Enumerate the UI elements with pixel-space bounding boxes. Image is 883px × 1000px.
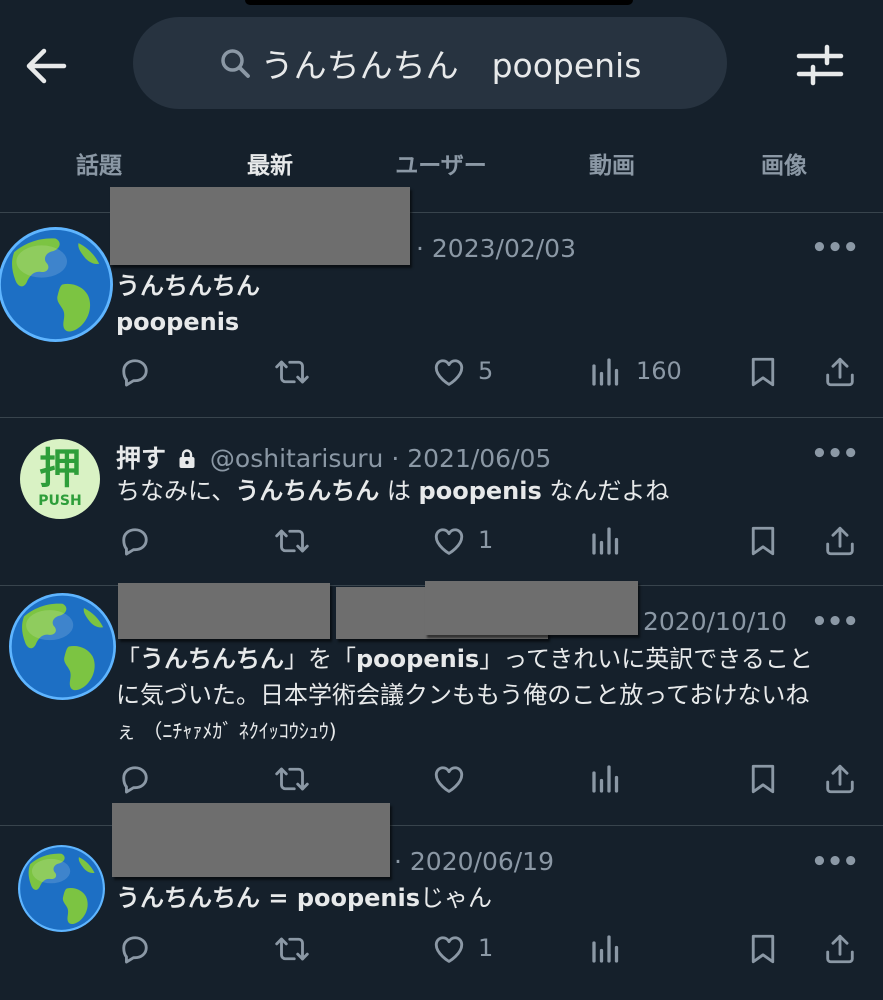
reply-icon[interactable] xyxy=(117,931,153,967)
tweet-text-line: に気づいた。日本学術会議クンももう俺のこと放っておけないね xyxy=(116,681,810,709)
filter-sliders-icon[interactable] xyxy=(796,44,844,86)
bookmark-icon[interactable] xyxy=(745,931,781,967)
text-part: は xyxy=(379,477,419,505)
globe-icon[interactable] xyxy=(0,227,113,342)
share-icon[interactable] xyxy=(822,761,858,797)
share-icon[interactable] xyxy=(822,523,858,559)
share-icon[interactable] xyxy=(822,354,858,390)
text-part-bold: うんちんちん xyxy=(140,645,284,673)
text-part: 「 xyxy=(116,645,140,673)
tweet-date: 2020/10/10 xyxy=(643,607,788,636)
redacted-username xyxy=(112,803,390,877)
globe-icon[interactable] xyxy=(9,593,116,700)
more-icon[interactable]: ••• xyxy=(811,439,859,469)
tweet-text: うんちんちん = poopenisじゃん xyxy=(116,880,492,916)
text-part: じゃん xyxy=(420,884,493,912)
text-part: ちなみに、 xyxy=(116,477,236,505)
like-count: 5 xyxy=(478,357,494,385)
tweet[interactable]: · 2020/06/19 ••• うんちんちん = poopenisじゃん 1 xyxy=(0,803,883,1000)
retweet-icon[interactable] xyxy=(274,761,310,797)
search-query[interactable]: うんちんちん poopenis xyxy=(261,39,642,87)
reply-icon[interactable] xyxy=(117,523,153,559)
views-icon[interactable] xyxy=(588,931,624,967)
tab-users[interactable]: ユーザー xyxy=(395,146,487,180)
like-icon[interactable] xyxy=(431,761,467,797)
tweet-date: · 2023/02/03 xyxy=(416,234,576,263)
display-name[interactable]: 押す xyxy=(116,444,166,473)
views-icon[interactable] xyxy=(588,761,624,797)
reply-icon[interactable] xyxy=(117,761,153,797)
views-icon[interactable] xyxy=(588,354,624,390)
text-part-bold: うんちんちん xyxy=(235,477,380,505)
more-icon[interactable]: ••• xyxy=(811,607,859,637)
redacted-username xyxy=(118,583,330,639)
like-icon[interactable] xyxy=(431,523,467,559)
search-input[interactable]: うんちんちん poopenis xyxy=(133,17,727,109)
back-arrow-icon[interactable] xyxy=(24,46,68,86)
reply-icon[interactable] xyxy=(117,354,153,390)
retweet-icon[interactable] xyxy=(274,354,310,390)
retweet-icon[interactable] xyxy=(274,931,310,967)
tweet-text-line: ぇ （ﾆﾁｬｧﾒｶﾞ ﾈｸｲｯｺｳｼｭｳ) xyxy=(116,719,337,743)
bookmark-icon[interactable] xyxy=(745,354,781,390)
like-icon[interactable] xyxy=(431,931,467,967)
tweet-date: · 2020/06/19 xyxy=(394,847,554,876)
tweet-text-line: 「うんちんちん」を「poopenis」ってきれいに英訳できること xyxy=(116,641,813,677)
bookmark-icon[interactable] xyxy=(745,523,781,559)
avatar[interactable]: 押 PUSH xyxy=(20,439,100,519)
tab-videos[interactable]: 動画 xyxy=(589,146,635,180)
text-part-bold: poopenis xyxy=(356,645,480,673)
avatar-subtext: PUSH xyxy=(38,493,82,509)
tab-top[interactable]: 話題 xyxy=(76,146,122,180)
tweet[interactable]: 2020/10/10 ••• 「うんちんちん」を「poopenis」ってきれいに… xyxy=(0,581,883,826)
more-icon[interactable]: ••• xyxy=(811,847,859,877)
avatar-letter: 押 xyxy=(38,444,81,493)
tweet-text-line: poopenis xyxy=(116,308,240,336)
tweet-text-line: うんちんちん xyxy=(116,272,260,300)
tweet-date: · 2021/06/05 xyxy=(391,444,552,473)
more-icon[interactable]: ••• xyxy=(811,233,859,263)
views-count: 160 xyxy=(636,357,682,385)
text-part: 」を「 xyxy=(284,645,356,673)
redacted-handle xyxy=(425,581,638,635)
tweet[interactable]: 押 PUSH 押す @oshitarisuru · 2021/06/05 •••… xyxy=(0,417,883,586)
views-icon[interactable] xyxy=(588,523,624,559)
tweet[interactable]: · 2023/02/03 ••• うんちんちん poopenis 5 160 xyxy=(0,187,883,418)
phone-notch xyxy=(245,0,633,5)
text-part-bold: うんちんちん = poopenis xyxy=(116,884,421,912)
handle[interactable]: @oshitarisuru xyxy=(210,444,383,473)
text-part: なんだよね xyxy=(541,477,670,505)
share-icon[interactable] xyxy=(822,931,858,967)
like-count: 1 xyxy=(478,934,494,962)
text-part-bold: poopenis xyxy=(418,477,542,505)
like-count: 1 xyxy=(478,526,494,554)
bookmark-icon[interactable] xyxy=(745,761,781,797)
globe-icon[interactable] xyxy=(18,845,105,932)
lock-icon xyxy=(179,449,195,468)
tab-latest[interactable]: 最新 xyxy=(247,146,293,180)
text-part: 」ってきれいに英訳できること xyxy=(479,645,813,673)
tweet-text: ちなみに、うんちんちん は poopenis なんだよね xyxy=(116,473,669,509)
search-icon xyxy=(220,49,250,78)
redacted-username xyxy=(110,187,410,265)
retweet-icon[interactable] xyxy=(274,523,310,559)
tab-images[interactable]: 画像 xyxy=(761,146,807,180)
tweet-header: 押す @oshitarisuru · 2021/06/05 xyxy=(116,439,551,475)
like-icon[interactable] xyxy=(431,354,467,390)
